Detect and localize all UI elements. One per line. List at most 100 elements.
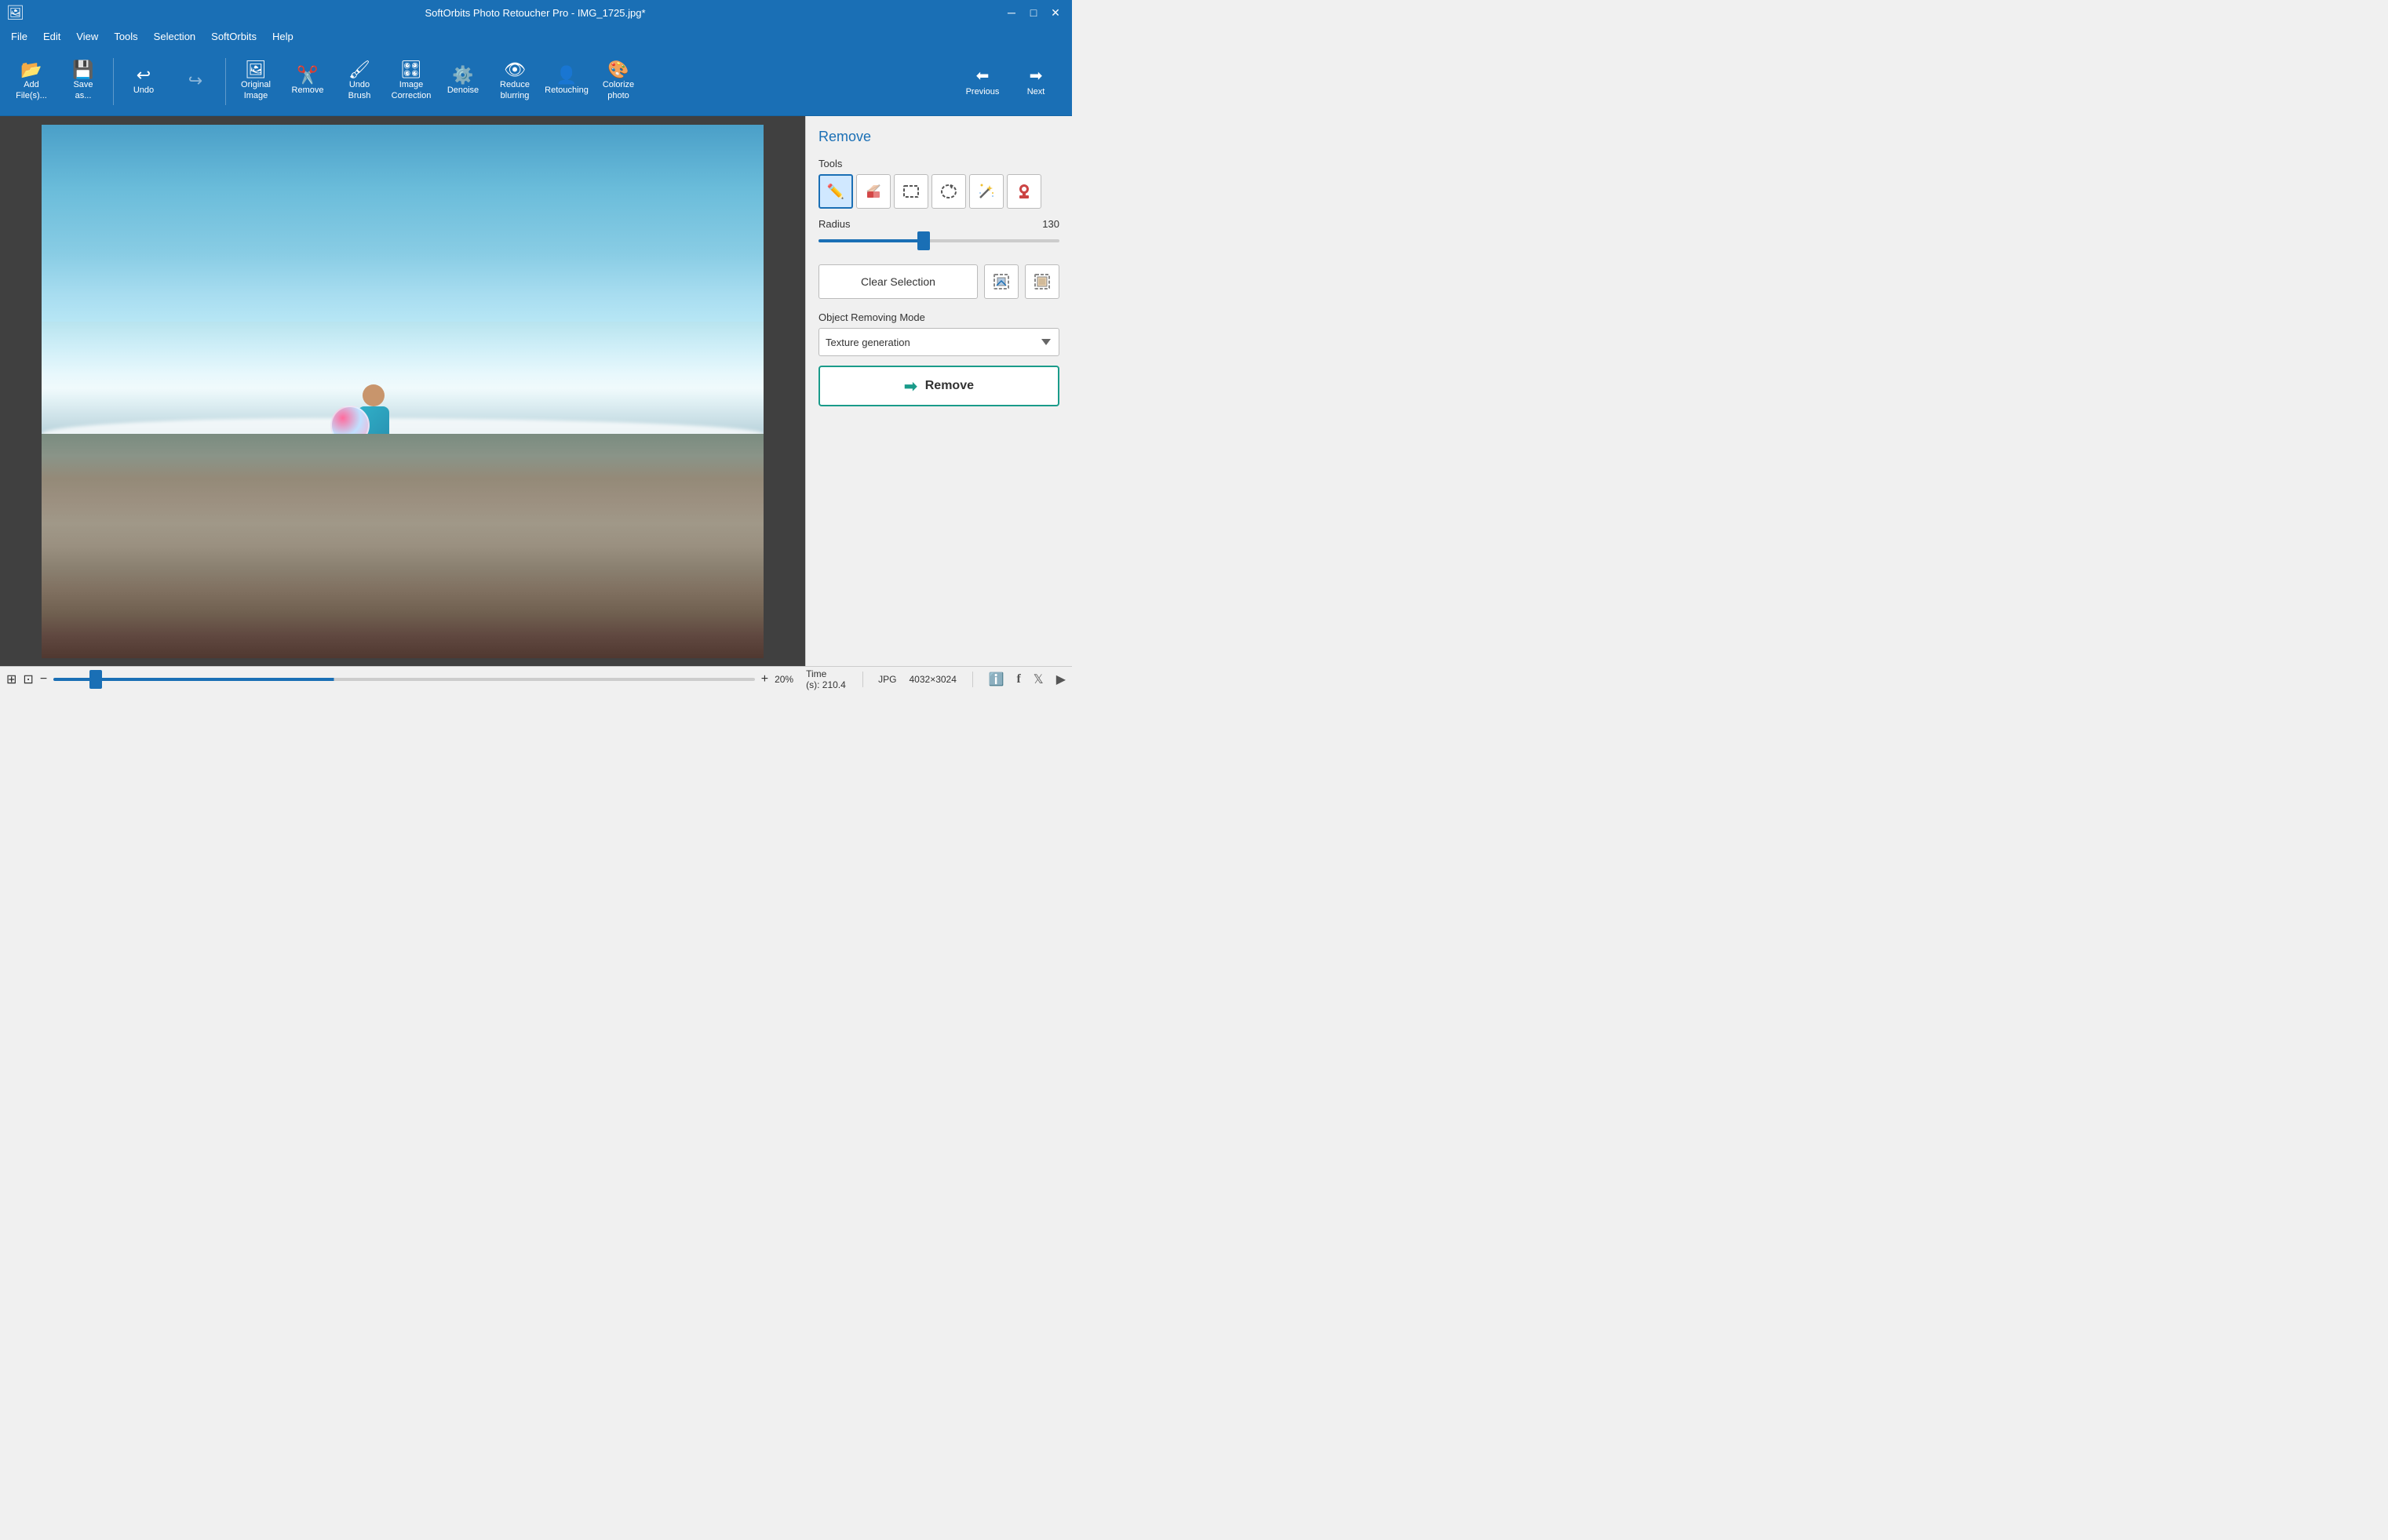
menu-selection[interactable]: Selection xyxy=(146,27,203,46)
remove-button[interactable]: ✂️ Remove xyxy=(283,52,333,111)
zoom-slider[interactable] xyxy=(53,678,755,681)
original-image-icon: 🖼 xyxy=(245,61,267,78)
time-label: Time (s): 210.4 xyxy=(806,668,846,690)
mode-section: Object Removing Mode Texture generation … xyxy=(818,308,1059,356)
retouching-icon: 👤 xyxy=(556,67,577,84)
redo-icon: ↪ xyxy=(188,72,202,89)
statusbar-right: Time (s): 210.4 JPG 4032×3024 ℹ️ f 𝕏 ▶ xyxy=(806,668,1066,690)
add-files-label: AddFile(s)... xyxy=(16,80,47,100)
denoise-label: Denoise xyxy=(447,86,479,96)
next-button[interactable]: ➡ Next xyxy=(1012,63,1059,100)
panel-title: Remove xyxy=(818,129,1059,145)
statusbar-separator xyxy=(862,672,863,687)
tools-label: Tools xyxy=(818,158,1059,169)
actual-size-icon[interactable]: ⊡ xyxy=(23,672,33,687)
eraser-tool-button[interactable] xyxy=(856,174,891,209)
add-files-icon: 📂 xyxy=(20,61,42,78)
undo-label: Undo xyxy=(133,86,154,96)
canvas-area[interactable] xyxy=(0,116,805,666)
denoise-button[interactable]: ⚙️ Denoise xyxy=(438,52,488,111)
undo-brush-button[interactable]: 🖌 UndoBrush xyxy=(334,52,385,111)
format-badge: JPG xyxy=(878,674,896,685)
window-title: SoftOrbits Photo Retoucher Pro - IMG_172… xyxy=(69,7,1001,19)
menu-help[interactable]: Help xyxy=(264,27,301,46)
magic-wand-icon xyxy=(977,182,996,201)
colorize-photo-icon: 🎨 xyxy=(607,61,629,78)
rectangle-selection-button[interactable] xyxy=(894,174,928,209)
mode-label: Object Removing Mode xyxy=(818,311,1059,323)
menu-file[interactable]: File xyxy=(3,27,35,46)
colorize-photo-label: Colorizephoto xyxy=(603,80,634,100)
ocean-layer xyxy=(42,322,764,455)
denoise-icon: ⚙️ xyxy=(452,67,473,84)
stamp-icon xyxy=(1015,182,1034,201)
previous-label: Previous xyxy=(966,87,1000,96)
selection-buttons-row: Clear Selection xyxy=(818,264,1059,299)
statusbar-separator-2 xyxy=(972,672,973,687)
undo-button[interactable]: ↩ Undo xyxy=(118,52,169,111)
previous-button[interactable]: ⬅ Previous xyxy=(959,63,1006,100)
next-label: Next xyxy=(1027,87,1045,96)
original-image-label: OriginalImage xyxy=(241,80,271,100)
ball-object xyxy=(330,406,370,445)
window-controls: ─ □ ✕ xyxy=(1001,2,1066,23)
stamp-tool-button[interactable] xyxy=(1007,174,1041,209)
statusbar: ⊞ ⊡ − + 20% Time (s): 210.4 JPG 4032×302… xyxy=(0,666,1072,691)
fit-window-icon[interactable]: ⊞ xyxy=(6,672,16,687)
image-correction-button[interactable]: 🎛 ImageCorrection xyxy=(386,52,436,111)
redo-button[interactable]: ↪ xyxy=(170,52,221,111)
twitter-button[interactable]: 𝕏 xyxy=(1034,672,1044,687)
radius-row: Radius 130 xyxy=(818,218,1059,230)
titlebar: 🖼 SoftOrbits Photo Retoucher Pro - IMG_1… xyxy=(0,0,1072,25)
mode-select[interactable]: Texture generation Smart fill Clone xyxy=(818,328,1059,356)
pencil-tool-button[interactable]: ✏️ xyxy=(818,174,853,209)
remove-arrow-icon: ➡ xyxy=(904,377,917,396)
retouching-button[interactable]: 👤 Retouching xyxy=(541,52,592,111)
remove-action-button[interactable]: ➡ Remove xyxy=(818,366,1059,406)
load-selection-button[interactable] xyxy=(1025,264,1059,299)
add-files-button[interactable]: 📂 AddFile(s)... xyxy=(6,52,57,111)
clear-selection-button[interactable]: Clear Selection xyxy=(818,264,978,299)
photo-background xyxy=(42,125,764,658)
radius-slider-container xyxy=(818,233,1059,249)
previous-icon: ⬅ xyxy=(976,66,990,86)
maximize-button[interactable]: □ xyxy=(1023,2,1044,23)
load-selection-icon xyxy=(1034,273,1051,290)
zoom-out-button[interactable]: − xyxy=(40,672,47,686)
image-correction-label: ImageCorrection xyxy=(392,80,432,100)
remove-action-label: Remove xyxy=(925,379,974,393)
eraser-icon xyxy=(864,182,883,201)
retouching-label: Retouching xyxy=(545,86,589,96)
undo-brush-label: UndoBrush xyxy=(348,80,371,100)
tools-section: Tools ✏️ xyxy=(818,158,1059,209)
lasso-selection-button[interactable] xyxy=(932,174,966,209)
lasso-icon xyxy=(939,182,958,201)
magic-wand-button[interactable] xyxy=(969,174,1004,209)
menu-edit[interactable]: Edit xyxy=(35,27,68,46)
remove-icon: ✂️ xyxy=(297,67,318,84)
reduce-blurring-label: Reduceblurring xyxy=(500,80,530,100)
youtube-button[interactable]: ▶ xyxy=(1056,672,1066,687)
colorize-photo-button[interactable]: 🎨 Colorizephoto xyxy=(593,52,643,111)
menu-view[interactable]: View xyxy=(68,27,106,46)
save-selection-button[interactable] xyxy=(984,264,1019,299)
close-button[interactable]: ✕ xyxy=(1045,2,1066,23)
menu-tools[interactable]: Tools xyxy=(106,27,145,46)
radius-value: 130 xyxy=(1042,218,1059,230)
save-as-button[interactable]: 💾 Saveas... xyxy=(58,52,108,111)
zoom-in-button[interactable]: + xyxy=(761,672,768,686)
info-button[interactable]: ℹ️ xyxy=(989,672,1004,687)
radius-slider[interactable] xyxy=(818,239,1059,242)
photo-container xyxy=(42,125,764,658)
toolbar: 📂 AddFile(s)... 💾 Saveas... ↩ Undo ↪ 🖼 O… xyxy=(0,47,1072,116)
menubar: File Edit View Tools Selection SoftOrbit… xyxy=(0,25,1072,47)
save-as-label: Saveas... xyxy=(73,80,93,100)
undo-brush-icon: 🖌 xyxy=(348,61,370,78)
reduce-blurring-button[interactable]: 👁 Reduceblurring xyxy=(490,52,540,111)
minimize-button[interactable]: ─ xyxy=(1001,2,1022,23)
original-image-button[interactable]: 🖼 OriginalImage xyxy=(231,52,281,111)
facebook-button[interactable]: f xyxy=(1016,672,1020,686)
next-icon: ➡ xyxy=(1030,66,1043,86)
menu-softorbits[interactable]: SoftOrbits xyxy=(203,27,264,46)
toolbar-separator-1 xyxy=(113,58,114,105)
